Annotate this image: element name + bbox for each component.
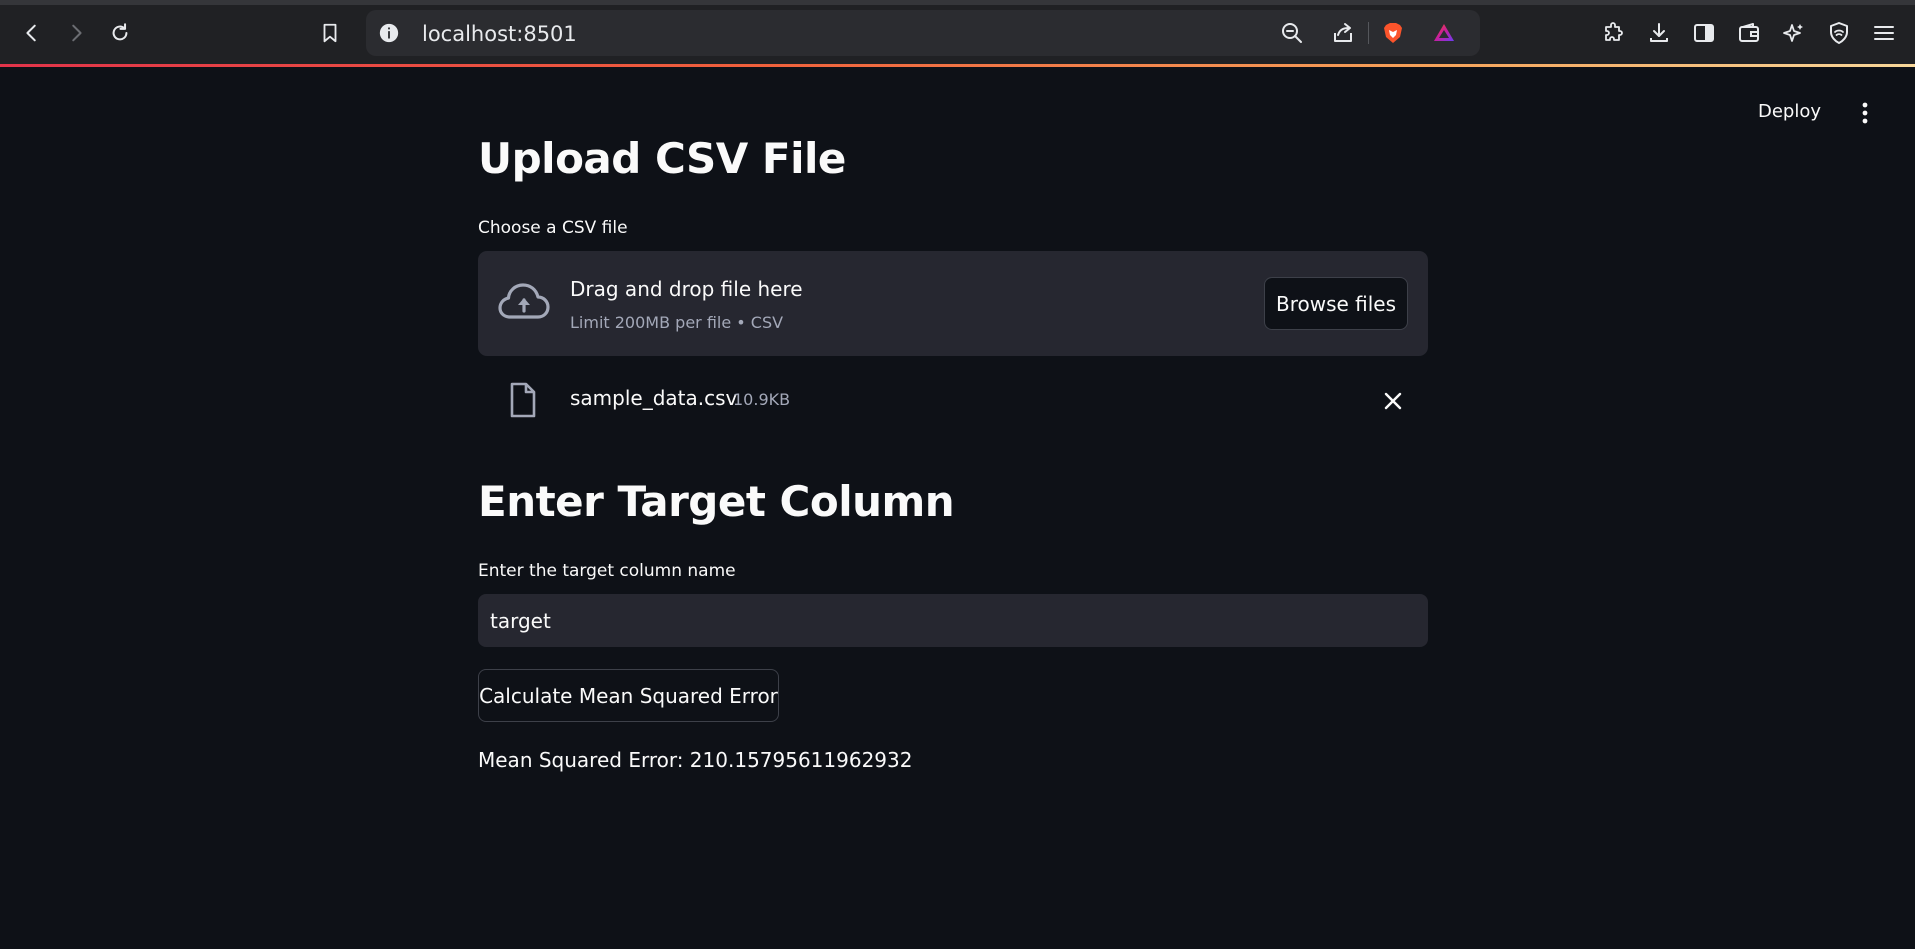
file-icon (510, 382, 536, 418)
forward-button[interactable] (60, 17, 92, 49)
dropzone-title: Drag and drop file here (570, 277, 803, 301)
address-bar-separator (1368, 22, 1369, 44)
back-button[interactable] (16, 17, 48, 49)
vpn-button[interactable] (1826, 20, 1852, 46)
file-uploader-label: Choose a CSV file (478, 218, 628, 238)
cloud-upload-icon (498, 283, 550, 319)
uploaded-file-size: 10.9KB (733, 390, 791, 409)
browser-toolbar: localhost:8501 (0, 0, 1915, 67)
main-menu-button[interactable] (1871, 20, 1897, 46)
download-icon (1650, 23, 1668, 42)
close-icon[interactable] (1382, 390, 1404, 412)
more-options-icon[interactable] (1854, 100, 1876, 126)
mse-result-text: Mean Squared Error: 210.15795611962932 (478, 748, 913, 772)
uploaded-file-name: sample_data.csv (570, 386, 738, 410)
uploaded-file-row: sample_data.csv 10.9KB (478, 372, 1428, 424)
extensions-icon (1605, 22, 1623, 41)
back-icon (26, 24, 36, 42)
leo-ai-button[interactable] (1781, 20, 1807, 46)
share-icon[interactable] (1331, 21, 1355, 45)
address-bar[interactable]: localhost:8501 (366, 10, 1480, 56)
menu-icon (1874, 26, 1894, 40)
deploy-button[interactable]: Deploy (1758, 101, 1821, 127)
sidebar-button[interactable] (1691, 20, 1717, 46)
dropzone-limit-text: Limit 200MB per file • CSV (570, 313, 784, 332)
page-accent-line (0, 64, 1915, 67)
brave-shield-icon[interactable] (1381, 21, 1405, 45)
target-column-label: Enter the target column name (478, 561, 736, 581)
wallet-button[interactable] (1736, 20, 1762, 46)
tab-strip-edge (0, 0, 1915, 5)
target-column-input[interactable] (478, 594, 1428, 647)
bookmark-icon (323, 23, 337, 43)
upload-heading: Upload CSV File (478, 134, 846, 183)
reload-icon (112, 23, 128, 41)
extensions-button[interactable] (1601, 20, 1627, 46)
vpn-icon (1830, 22, 1848, 44)
browse-files-button[interactable]: Browse files (1264, 277, 1408, 330)
sidebar-icon (1694, 24, 1714, 42)
calculate-mse-button[interactable]: Calculate Mean Squared Error (478, 669, 779, 722)
info-icon[interactable] (378, 22, 400, 44)
reload-button[interactable] (104, 17, 136, 49)
forward-icon (72, 24, 82, 42)
wallet-icon (1739, 23, 1759, 42)
target-column-heading: Enter Target Column (478, 477, 955, 526)
bookmark-button[interactable] (314, 17, 346, 49)
zoom-out-icon[interactable] (1280, 21, 1304, 45)
url-text[interactable]: localhost:8501 (422, 22, 577, 46)
leo-ai-icon (1783, 24, 1803, 42)
download-button[interactable] (1646, 20, 1672, 46)
file-dropzone[interactable]: Drag and drop file here Limit 200MB per … (478, 251, 1428, 356)
brave-rewards-icon[interactable] (1432, 21, 1456, 45)
